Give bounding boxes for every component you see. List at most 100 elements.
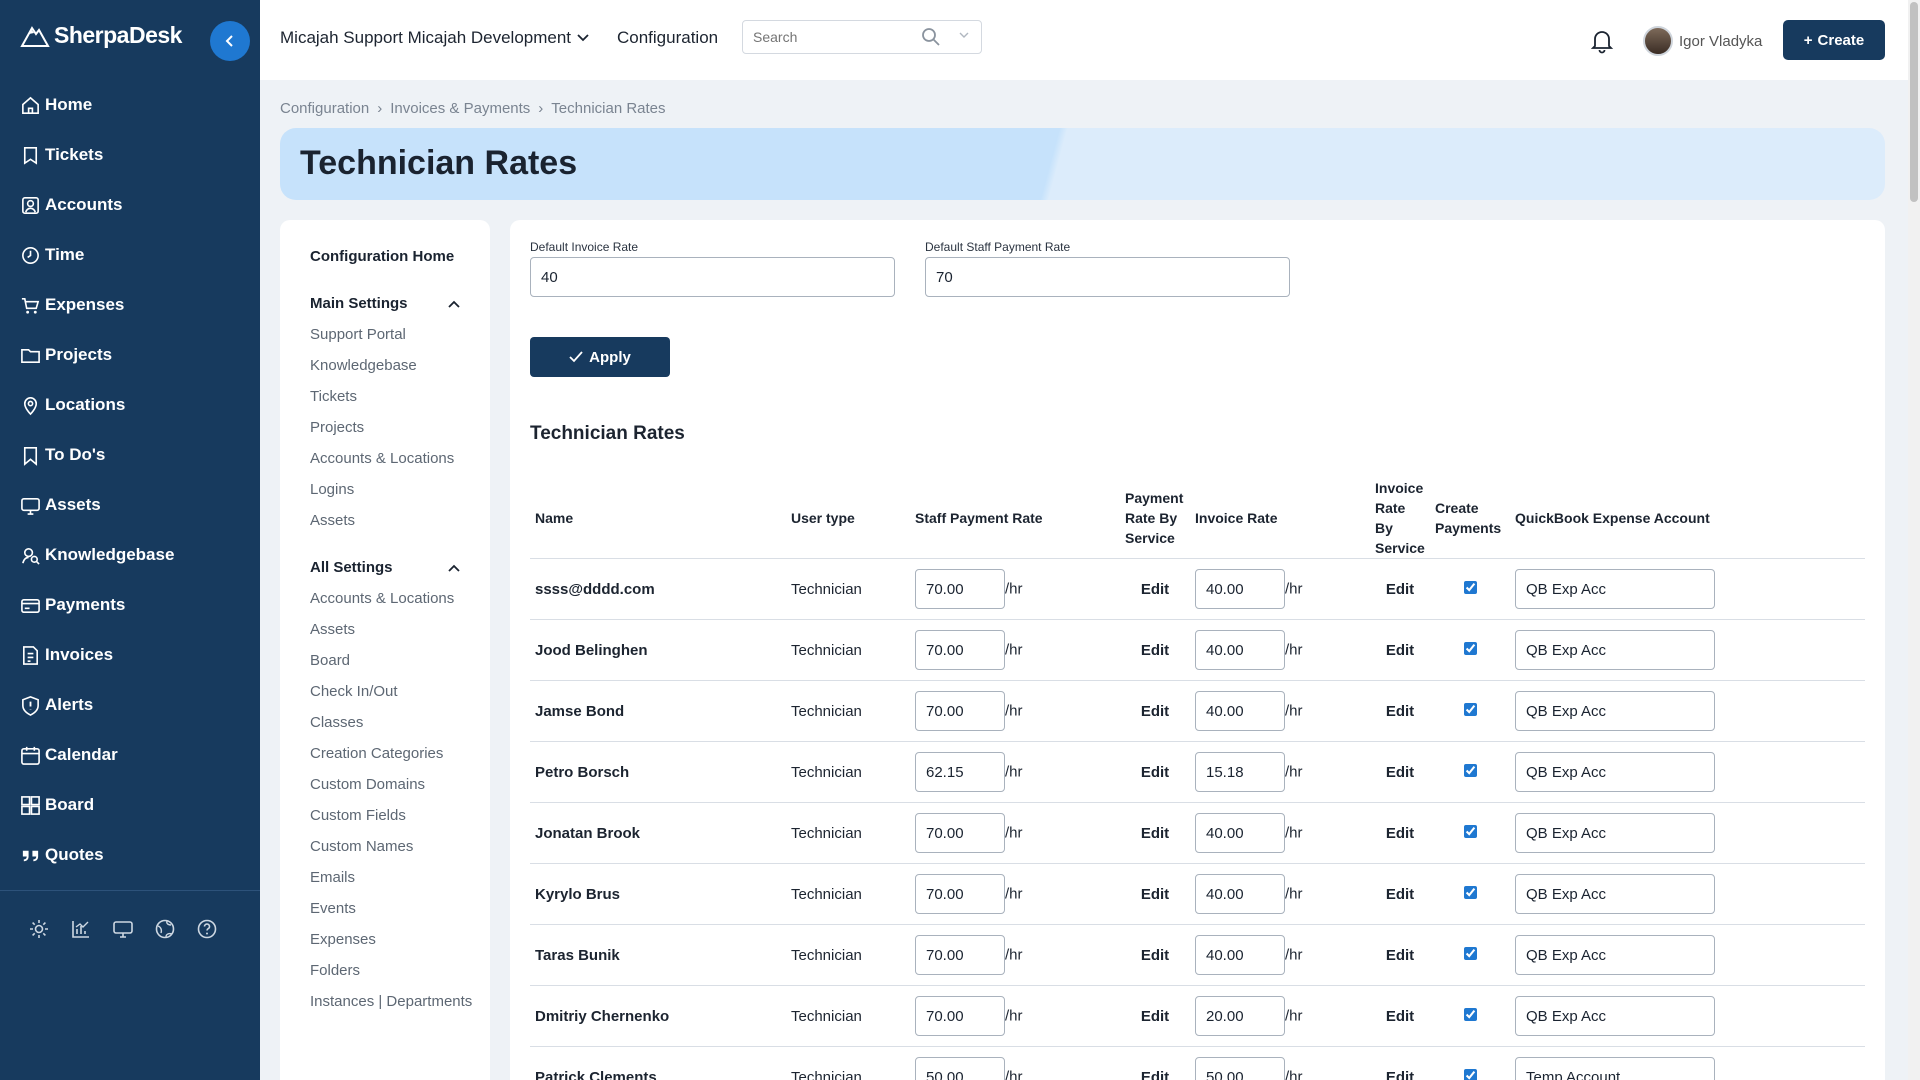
edit-payment-by-service-link[interactable]: Edit [1141, 886, 1169, 903]
config-link-instances-departments[interactable]: Instances | Departments [310, 993, 490, 1010]
qb-expense-account-input[interactable] [1515, 569, 1715, 609]
edit-invoice-by-service-link[interactable]: Edit [1386, 642, 1414, 659]
edit-invoice-by-service-link[interactable]: Edit [1386, 947, 1414, 964]
edit-payment-by-service-link[interactable]: Edit [1141, 642, 1169, 659]
qb-expense-account-input[interactable] [1515, 1057, 1715, 1080]
invoice-rate-input[interactable] [1195, 630, 1285, 670]
edit-payment-by-service-link[interactable]: Edit [1141, 1069, 1169, 1080]
create-payments-checkbox[interactable] [1463, 885, 1477, 899]
sidebar-item-projects[interactable]: Projects [0, 330, 260, 380]
create-payments-checkbox[interactable] [1463, 580, 1477, 594]
edit-invoice-by-service-link[interactable]: Edit [1386, 581, 1414, 598]
sidebar-item-quotes[interactable]: Quotes [0, 830, 260, 880]
config-link-classes[interactable]: Classes [310, 714, 490, 731]
staff-payment-rate-input[interactable] [915, 691, 1005, 731]
create-payments-checkbox[interactable] [1463, 1068, 1477, 1080]
default-staff-rate-input[interactable] [925, 257, 1290, 297]
config-link-assets[interactable]: Assets [310, 621, 490, 638]
main-settings-header[interactable]: Main Settings [310, 295, 490, 312]
edit-invoice-by-service-link[interactable]: Edit [1386, 1069, 1414, 1080]
sidebar-item-accounts[interactable]: Accounts [0, 180, 260, 230]
sidebar-item-to-do-s[interactable]: To Do's [0, 430, 260, 480]
gear-icon[interactable] [28, 918, 50, 940]
default-invoice-rate-input[interactable] [530, 257, 895, 297]
qb-expense-account-input[interactable] [1515, 996, 1715, 1036]
edit-invoice-by-service-link[interactable]: Edit [1386, 886, 1414, 903]
sidebar-item-alerts[interactable]: Alerts [0, 680, 260, 730]
configuration-home-link[interactable]: Configuration Home [310, 248, 490, 265]
invoice-rate-input[interactable] [1195, 752, 1285, 792]
logo[interactable]: SherpaDesk [20, 20, 182, 50]
staff-payment-rate-input[interactable] [915, 569, 1005, 609]
sidebar-item-payments[interactable]: Payments [0, 580, 260, 630]
sidebar-item-calendar[interactable]: Calendar [0, 730, 260, 780]
search-icon[interactable] [921, 27, 941, 47]
organization-selector[interactable]: Micajah Support Micajah Development [280, 28, 589, 48]
qb-expense-account-input[interactable] [1515, 813, 1715, 853]
create-button[interactable]: + Create [1783, 20, 1885, 60]
collapse-sidebar-button[interactable] [210, 21, 250, 61]
apply-button[interactable]: Apply [530, 337, 670, 377]
notification-bell-icon[interactable] [1590, 28, 1614, 54]
edit-invoice-by-service-link[interactable]: Edit [1386, 825, 1414, 842]
globe-icon[interactable] [154, 918, 176, 940]
invoice-rate-input[interactable] [1195, 874, 1285, 914]
config-link-board[interactable]: Board [310, 652, 490, 669]
config-link-expenses[interactable]: Expenses [310, 931, 490, 948]
edit-payment-by-service-link[interactable]: Edit [1141, 825, 1169, 842]
search-input[interactable] [753, 29, 923, 45]
edit-invoice-by-service-link[interactable]: Edit [1386, 764, 1414, 781]
breadcrumb-invoices-payments[interactable]: Invoices & Payments [390, 100, 530, 117]
staff-payment-rate-input[interactable] [915, 996, 1005, 1036]
reports-chart-icon[interactable] [70, 918, 92, 940]
config-link-logins[interactable]: Logins [310, 481, 490, 498]
edit-payment-by-service-link[interactable]: Edit [1141, 1008, 1169, 1025]
monitor-icon[interactable] [112, 918, 134, 940]
config-link-custom-names[interactable]: Custom Names [310, 838, 490, 855]
staff-payment-rate-input[interactable] [915, 813, 1005, 853]
config-link-creation-categories[interactable]: Creation Categories [310, 745, 490, 762]
staff-payment-rate-input[interactable] [915, 874, 1005, 914]
sidebar-item-locations[interactable]: Locations [0, 380, 260, 430]
sidebar-item-expenses[interactable]: Expenses [0, 280, 260, 330]
invoice-rate-input[interactable] [1195, 813, 1285, 853]
edit-payment-by-service-link[interactable]: Edit [1141, 764, 1169, 781]
edit-payment-by-service-link[interactable]: Edit [1141, 581, 1169, 598]
invoice-rate-input[interactable] [1195, 1057, 1285, 1080]
sidebar-item-time[interactable]: Time [0, 230, 260, 280]
help-icon[interactable] [196, 918, 218, 940]
all-settings-header[interactable]: All Settings [310, 559, 490, 576]
invoice-rate-input[interactable] [1195, 691, 1285, 731]
staff-payment-rate-input[interactable] [915, 935, 1005, 975]
qb-expense-account-input[interactable] [1515, 935, 1715, 975]
sidebar-item-board[interactable]: Board [0, 780, 260, 830]
edit-invoice-by-service-link[interactable]: Edit [1386, 703, 1414, 720]
config-link-check-in-out[interactable]: Check In/Out [310, 683, 490, 700]
config-link-custom-domains[interactable]: Custom Domains [310, 776, 490, 793]
invoice-rate-input[interactable] [1195, 569, 1285, 609]
edit-invoice-by-service-link[interactable]: Edit [1386, 1008, 1414, 1025]
create-payments-checkbox[interactable] [1463, 824, 1477, 838]
invoice-rate-input[interactable] [1195, 996, 1285, 1036]
create-payments-checkbox[interactable] [1463, 641, 1477, 655]
sidebar-item-knowledgebase[interactable]: Knowledgebase [0, 530, 260, 580]
configuration-link[interactable]: Configuration [617, 28, 718, 48]
config-link-accounts-locations[interactable]: Accounts & Locations [310, 450, 490, 467]
sidebar-item-assets[interactable]: Assets [0, 480, 260, 530]
sidebar-item-home[interactable]: Home [0, 80, 260, 130]
user-menu[interactable]: Igor Vladyka [1643, 26, 1762, 56]
page-scrollbar[interactable] [1908, 0, 1920, 1080]
staff-payment-rate-input[interactable] [915, 1057, 1005, 1080]
create-payments-checkbox[interactable] [1463, 1007, 1477, 1021]
scrollbar-thumb[interactable] [1910, 2, 1918, 202]
search-dropdown-icon[interactable] [959, 31, 969, 39]
config-link-support-portal[interactable]: Support Portal [310, 326, 490, 343]
config-link-knowledgebase[interactable]: Knowledgebase [310, 357, 490, 374]
edit-payment-by-service-link[interactable]: Edit [1141, 947, 1169, 964]
config-link-emails[interactable]: Emails [310, 869, 490, 886]
search-box[interactable] [742, 20, 982, 54]
config-link-custom-fields[interactable]: Custom Fields [310, 807, 490, 824]
create-payments-checkbox[interactable] [1463, 763, 1477, 777]
create-payments-checkbox[interactable] [1463, 702, 1477, 716]
staff-payment-rate-input[interactable] [915, 752, 1005, 792]
